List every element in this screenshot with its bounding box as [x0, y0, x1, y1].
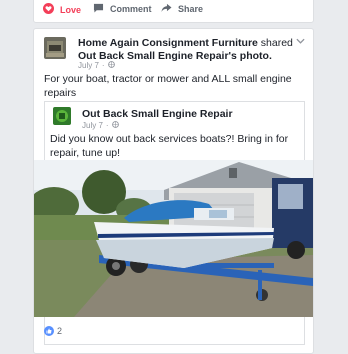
post-message: For your boat, tractor or mower and ALL … — [44, 73, 292, 99]
post-meta: July 7 · — [78, 61, 115, 70]
share-label: Share — [178, 4, 204, 14]
shared-post-date[interactable]: July 7 — [82, 121, 103, 130]
shared-text: shared — [260, 37, 293, 49]
globe-icon — [111, 121, 119, 130]
separator: · — [105, 121, 109, 130]
shared-author-avatar[interactable] — [53, 107, 71, 125]
post-card: Home Again Consignment Furniture shared … — [33, 28, 314, 354]
comment-label: Comment — [110, 4, 152, 14]
shared-post-meta: July 7 · — [82, 121, 119, 130]
boat-photo[interactable] — [34, 160, 313, 317]
post-header: Home Again Consignment Furniture shared … — [78, 37, 293, 63]
shared-post-message: Did you know out back services boats?! B… — [50, 133, 289, 159]
comment-icon — [93, 3, 104, 15]
separator: · — [101, 61, 105, 70]
share-icon — [161, 3, 172, 15]
author-avatar[interactable] — [44, 37, 66, 59]
reactions-summary[interactable]: 2 — [44, 326, 62, 336]
post-date[interactable]: July 7 — [78, 61, 99, 70]
love-icon — [43, 3, 54, 16]
reaction-count: 2 — [57, 326, 63, 336]
photo-link[interactable]: 's photo. — [229, 50, 272, 62]
like-icon — [44, 326, 54, 336]
love-label: Love — [60, 4, 82, 15]
previous-post-actions: Love Comment Share — [33, 0, 314, 23]
share-button[interactable]: Share — [161, 3, 203, 15]
chevron-down-icon[interactable] — [296, 36, 305, 46]
love-button[interactable]: Love — [43, 3, 81, 16]
comment-button[interactable]: Comment — [93, 3, 152, 15]
author-name[interactable]: Home Again Consignment Furniture — [78, 37, 258, 49]
shared-author-name[interactable]: Out Back Small Engine Repair — [82, 108, 233, 120]
globe-icon — [107, 61, 115, 70]
